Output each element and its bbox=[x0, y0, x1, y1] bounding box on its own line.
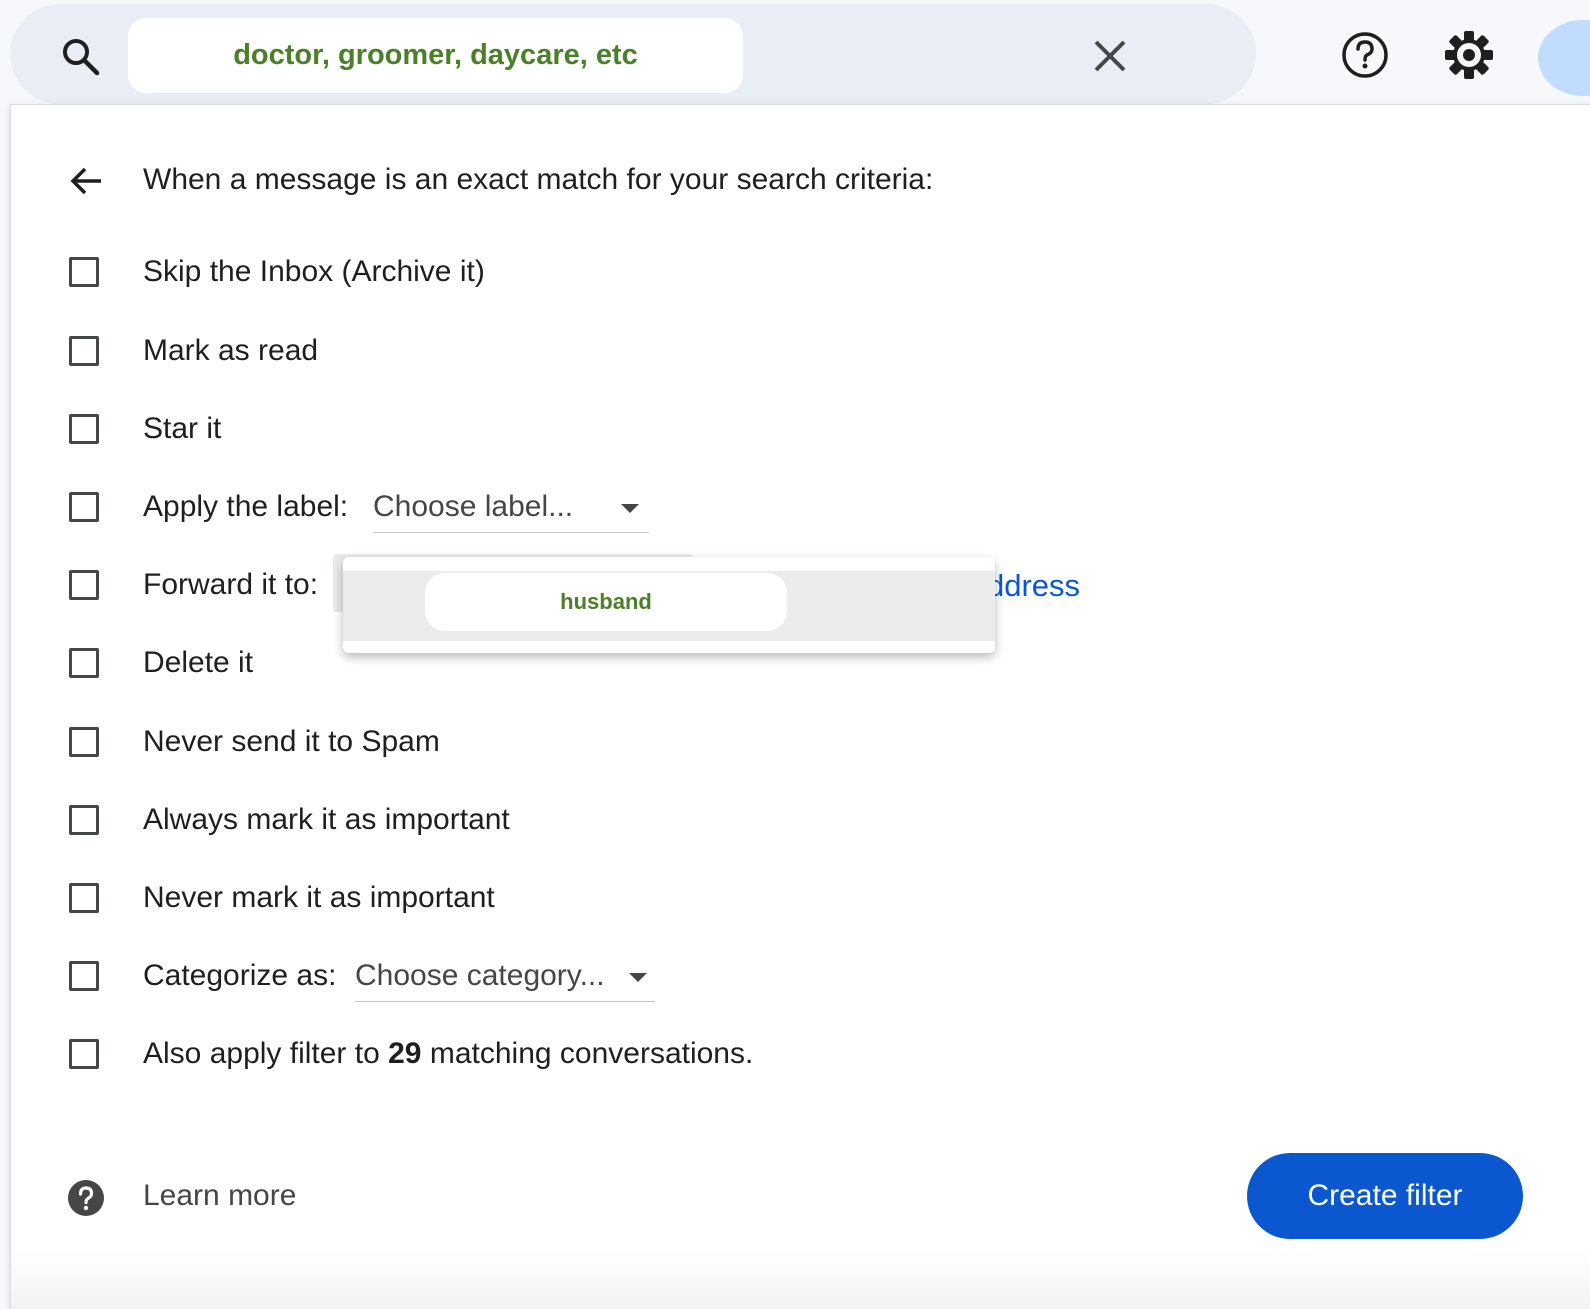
search-query-chip[interactable]: doctor, groomer, daycare, etc bbox=[128, 18, 743, 93]
chevron-down-icon bbox=[621, 503, 640, 513]
forward-dropdown-menu: husband bbox=[343, 557, 995, 653]
filter-actions-panel: When a message is an exact match for you… bbox=[10, 104, 1590, 1309]
label-select[interactable]: Choose label... bbox=[373, 490, 649, 533]
search-bar: doctor, groomer, daycare, etc bbox=[10, 4, 1256, 104]
option-star: Star it bbox=[11, 402, 1211, 462]
option-never-spam: Never send it to Spam bbox=[11, 715, 1211, 775]
help-icon[interactable] bbox=[1340, 30, 1390, 80]
checkbox-forward[interactable] bbox=[69, 570, 99, 600]
panel-bottom-fade bbox=[11, 1249, 1590, 1309]
checkbox-mark-read[interactable] bbox=[69, 336, 99, 366]
checkbox-delete[interactable] bbox=[69, 648, 99, 678]
checkbox-never-important[interactable] bbox=[69, 883, 99, 913]
learn-more-link[interactable]: Learn more bbox=[143, 1179, 296, 1213]
option-label: Star it bbox=[143, 412, 222, 445]
option-categorize: Categorize as: Choose category... bbox=[11, 949, 1211, 1009]
option-label: Skip the Inbox (Archive it) bbox=[143, 255, 485, 288]
add-forwarding-address-link[interactable]: ddress bbox=[987, 568, 1080, 604]
matching-count: 29 bbox=[388, 1037, 422, 1070]
apply-prefix: Also apply filter to bbox=[143, 1037, 389, 1070]
option-label: Mark as read bbox=[143, 334, 319, 367]
chevron-down-icon bbox=[628, 972, 647, 982]
checkbox-never-spam[interactable] bbox=[69, 727, 99, 757]
filter-heading: When a message is an exact match for you… bbox=[143, 163, 934, 196]
menu-item[interactable]: husband bbox=[343, 571, 995, 641]
close-icon[interactable] bbox=[1088, 34, 1132, 78]
option-always-important: Always mark it as important bbox=[11, 793, 1211, 853]
create-filter-button[interactable]: Create filter bbox=[1247, 1153, 1523, 1239]
option-label: Never mark it as important bbox=[143, 881, 495, 914]
option-label: Also apply filter to 29 matching convers… bbox=[143, 1037, 753, 1071]
option-apply-existing: Also apply filter to 29 matching convers… bbox=[11, 1027, 1211, 1087]
search-icon[interactable] bbox=[60, 36, 100, 76]
option-never-important: Never mark it as important bbox=[11, 871, 1211, 931]
help-circle-filled-icon bbox=[68, 1180, 104, 1216]
checkbox-always-important[interactable] bbox=[69, 805, 99, 835]
option-label: Forward it to: bbox=[143, 568, 319, 601]
avatar[interactable] bbox=[1538, 20, 1590, 96]
option-label: Always mark it as important bbox=[143, 803, 510, 836]
option-label: Categorize as: bbox=[143, 959, 337, 992]
option-label: Apply the label: bbox=[143, 490, 349, 523]
checkbox-star[interactable] bbox=[69, 414, 99, 444]
option-apply-label: Apply the label: Choose label... bbox=[11, 480, 1211, 540]
menu-item-chip[interactable]: husband bbox=[425, 573, 787, 631]
checkbox-categorize[interactable] bbox=[69, 961, 99, 991]
option-label: Never send it to Spam bbox=[143, 725, 440, 758]
checkbox-apply-label[interactable] bbox=[69, 492, 99, 522]
option-label: Delete it bbox=[143, 646, 254, 679]
gear-icon[interactable] bbox=[1443, 29, 1495, 81]
category-select[interactable]: Choose category... bbox=[355, 959, 655, 1002]
arrow-back-icon[interactable] bbox=[67, 161, 107, 201]
checkbox-skip-inbox[interactable] bbox=[69, 257, 99, 287]
option-skip-inbox: Skip the Inbox (Archive it) bbox=[11, 245, 1211, 305]
category-select-value: Choose category... bbox=[355, 959, 605, 992]
option-mark-read: Mark as read bbox=[11, 324, 1211, 384]
apply-suffix: matching conversations. bbox=[421, 1037, 754, 1070]
checkbox-apply-existing[interactable] bbox=[69, 1039, 99, 1069]
label-select-value: Choose label... bbox=[373, 490, 574, 523]
